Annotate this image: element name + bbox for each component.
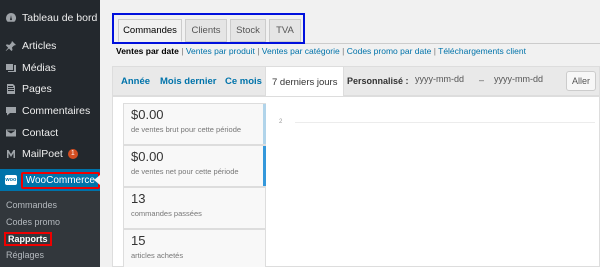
sidebar-item-label: Contact <box>22 127 59 139</box>
sidebar-item-woocommerce[interactable]: woo WooCommerce <box>0 169 100 191</box>
range-7-derniers-jours[interactable]: 7 derniers jours <box>265 67 345 97</box>
legend-label: articles achetés <box>131 251 184 260</box>
chart-legend: $0.00 de ventes brut pour cette période … <box>123 103 266 267</box>
legend-orders-placed[interactable]: 13 commandes passées <box>123 187 266 229</box>
submenu-item-reglages[interactable]: Réglages <box>6 250 44 260</box>
range-ce-mois[interactable]: Ce mois <box>225 67 262 95</box>
tab-stock[interactable]: Stock <box>230 19 266 42</box>
sidebar-item-dashboard[interactable]: Tableau de bord <box>0 9 100 27</box>
date-separator: – <box>479 75 485 85</box>
report-content: $0.00 de ventes brut pour cette période … <box>112 96 600 267</box>
legend-net-sales[interactable]: $0.00 de ventes net pour cette période <box>123 145 266 187</box>
admin-sidebar: Tableau de bord Articles Médias Pages Co… <box>0 0 100 267</box>
tab-tva[interactable]: TVA <box>269 19 301 42</box>
custom-range-label: Personnalisé : <box>347 76 409 86</box>
sidebar-item-label: MailPoet <box>22 148 63 160</box>
legend-color-bar <box>263 146 266 186</box>
submenu-item-codes-promo[interactable]: Codes promo <box>6 217 60 227</box>
sidebar-item-label: Articles <box>22 40 57 52</box>
legend-color-bar <box>263 104 266 144</box>
report-tabs: Commandes Clients Stock TVA <box>112 13 305 44</box>
submenu-item-commandes[interactable]: Commandes <box>6 200 57 210</box>
legend-value: $0.00 <box>131 107 164 122</box>
sidebar-item-label: Commentaires <box>22 105 91 117</box>
pushpin-icon <box>0 40 22 52</box>
range-mois-dernier[interactable]: Mois dernier <box>160 67 217 95</box>
report-sublinks: Ventes par date | Ventes par produit | V… <box>116 46 527 56</box>
tab-commandes[interactable]: Commandes <box>118 19 182 42</box>
media-icon <box>0 62 22 74</box>
sidebar-item-label: Médias <box>22 62 56 74</box>
sidebar-item-medias[interactable]: Médias <box>0 59 100 77</box>
sidebar-item-pages[interactable]: Pages <box>0 80 100 98</box>
sublink-codes-promo-par-date[interactable]: Codes promo par date <box>347 46 432 56</box>
sidebar-item-mailpoet[interactable]: MailPoet 1 <box>0 145 100 163</box>
legend-value: 13 <box>131 191 146 206</box>
sidebar-item-label: WooCommerce <box>20 171 100 189</box>
sidebar-item-articles[interactable]: Articles <box>0 37 100 55</box>
sublink-ventes-par-date: Ventes par date <box>116 46 179 56</box>
legend-value: 15 <box>131 233 146 248</box>
mailpoet-icon <box>0 148 22 160</box>
pages-icon <box>0 83 22 95</box>
sublink-telechargements-client[interactable]: Téléchargements client <box>438 46 526 56</box>
aller-button[interactable]: Aller <box>566 71 596 91</box>
start-date-input[interactable]: yyyy-mm-dd <box>415 74 464 84</box>
tab-clients[interactable]: Clients <box>185 19 227 42</box>
date-range-bar: Année Mois dernier Ce mois 7 derniers jo… <box>112 66 600 97</box>
woocommerce-submenu: Commandes Codes promo Rapports Réglages <box>0 191 100 267</box>
end-date-input[interactable]: yyyy-mm-dd <box>494 74 543 84</box>
legend-label: de ventes brut pour cette période <box>131 125 242 134</box>
sidebar-item-commentaires[interactable]: Commentaires <box>0 102 100 120</box>
woocommerce-logo-icon: woo <box>5 175 17 185</box>
comments-icon <box>0 105 22 117</box>
sidebar-item-label: Pages <box>22 83 52 95</box>
chart-gridline <box>295 122 595 123</box>
sidebar-item-label: Tableau de bord <box>22 12 98 24</box>
legend-value: $0.00 <box>131 149 164 164</box>
range-annee[interactable]: Année <box>121 67 150 95</box>
envelope-icon <box>0 127 22 139</box>
dashboard-icon <box>0 12 22 24</box>
legend-gross-sales[interactable]: $0.00 de ventes brut pour cette période <box>123 103 266 145</box>
legend-label: de ventes net pour cette période <box>131 167 239 176</box>
sublink-ventes-par-produit[interactable]: Ventes par produit <box>186 46 255 56</box>
notification-badge: 1 <box>67 149 78 159</box>
current-menu-arrow-icon <box>94 175 100 185</box>
sales-chart: 2 <box>268 97 599 267</box>
sublink-ventes-par-categorie[interactable]: Ventes par catégorie <box>262 46 340 56</box>
sidebar-item-contact[interactable]: Contact <box>0 124 100 142</box>
legend-label: commandes passées <box>131 209 202 218</box>
submenu-item-rapports[interactable]: Rapports <box>4 232 52 246</box>
legend-items-purchased[interactable]: 15 articles achetés <box>123 229 266 267</box>
y-tick-label: 2 <box>279 119 283 125</box>
